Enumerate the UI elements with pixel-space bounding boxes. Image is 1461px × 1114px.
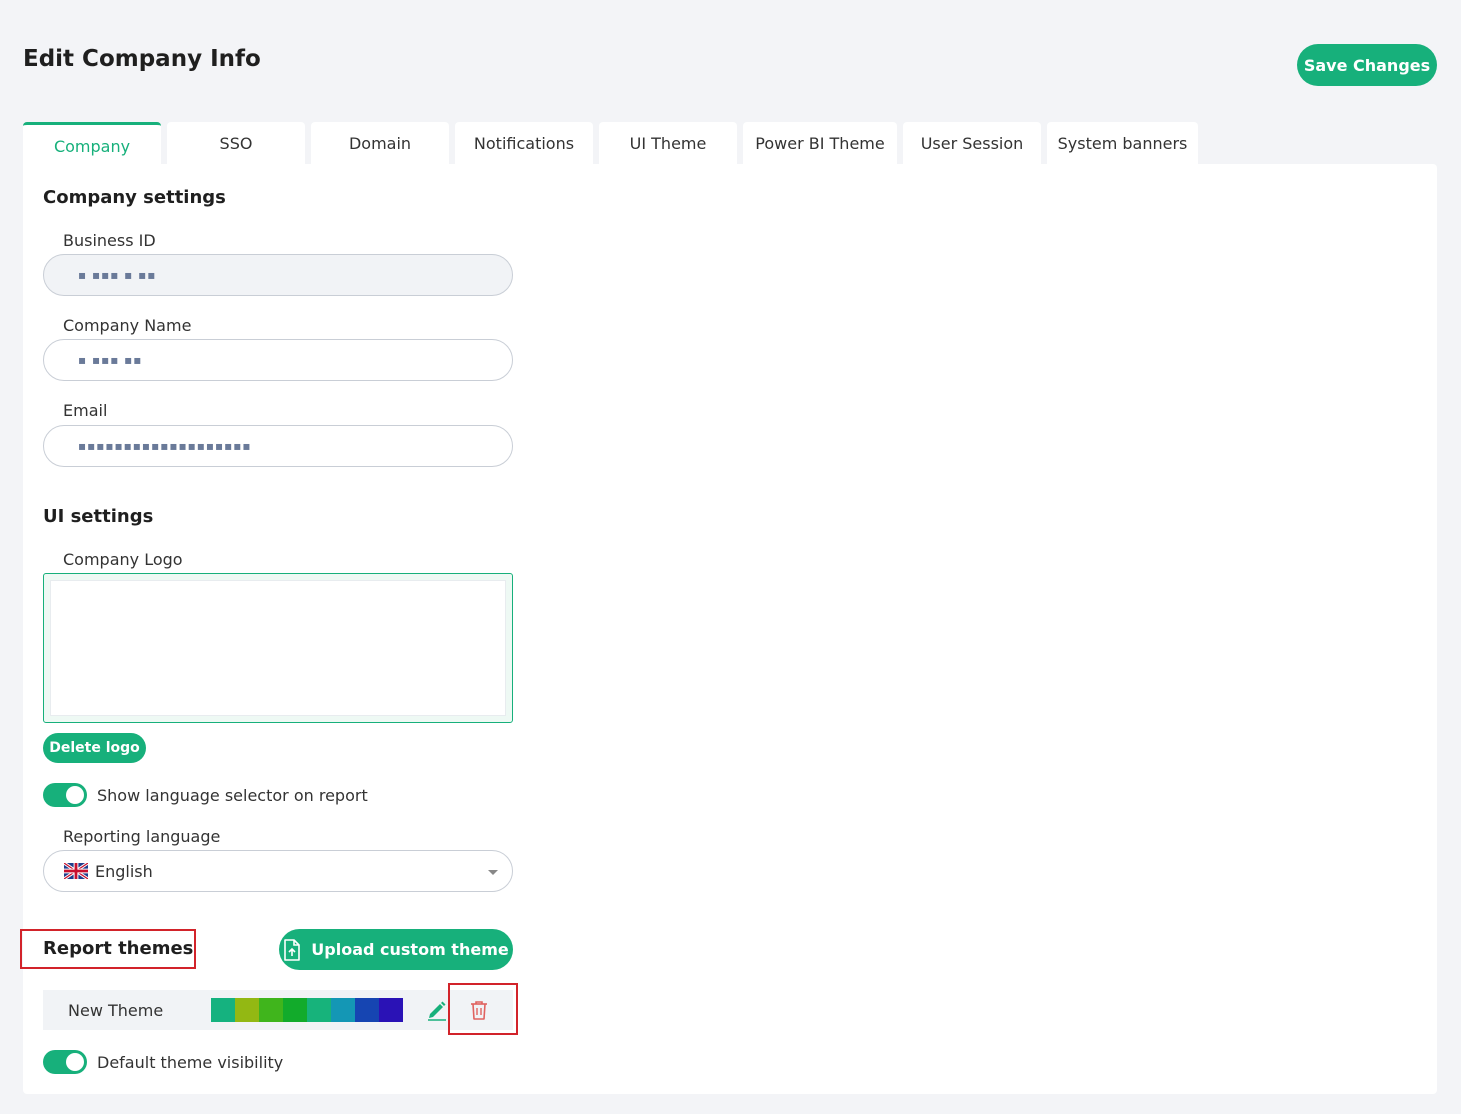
tab-power-bi-theme[interactable]: Power BI Theme [743, 122, 897, 164]
report-themes-title: Report themes [43, 938, 194, 959]
reporting-language-select[interactable]: English [43, 850, 513, 892]
chevron-down-icon [488, 870, 498, 875]
theme-color-swatch [307, 998, 331, 1022]
tab-domain[interactable]: Domain [311, 122, 449, 164]
company-logo-label: Company Logo [63, 550, 183, 569]
edit-icon[interactable] [426, 999, 448, 1021]
theme-name: New Theme [68, 1000, 164, 1020]
theme-color-swatch [355, 998, 379, 1022]
save-changes-button[interactable]: Save Changes [1297, 44, 1437, 86]
theme-color-swatch [235, 998, 259, 1022]
theme-row: New Theme [43, 990, 513, 1030]
company-name-value: ▪ ▪▪▪ ▪▪ [78, 353, 143, 367]
reporting-language-label: Reporting language [63, 827, 221, 846]
toggle-knob [66, 1053, 84, 1071]
language-selector-toggle[interactable] [43, 783, 87, 807]
reporting-language-value: English [95, 861, 153, 881]
theme-color-swatch [331, 998, 355, 1022]
tab-user-session[interactable]: User Session [903, 122, 1041, 164]
uk-flag-icon [64, 863, 88, 879]
tab-notifications[interactable]: Notifications [455, 122, 593, 164]
theme-color-swatches [211, 998, 403, 1022]
business-id-field[interactable]: ▪ ▪▪▪ ▪ ▪▪ [43, 254, 513, 296]
ui-settings-title: UI settings [43, 506, 154, 527]
company-name-label: Company Name [63, 316, 192, 335]
theme-color-swatch [259, 998, 283, 1022]
default-theme-visibility-label: Default theme visibility [97, 1052, 284, 1072]
default-theme-visibility-row: Default theme visibility [43, 1050, 283, 1074]
delete-theme-highlight [448, 983, 518, 1035]
default-theme-visibility-toggle[interactable] [43, 1050, 87, 1074]
language-selector-toggle-row: Show language selector on report [43, 783, 368, 807]
file-upload-icon [284, 938, 301, 961]
toggle-knob [66, 786, 84, 804]
business-id-label: Business ID [63, 231, 156, 250]
company-logo-dropzone[interactable] [43, 573, 513, 723]
logo-preview [50, 580, 506, 716]
company-settings-title: Company settings [43, 187, 226, 208]
tab-sso[interactable]: SSO [167, 122, 305, 164]
delete-logo-button[interactable]: Delete logo [43, 733, 146, 763]
page-title: Edit Company Info [23, 46, 261, 72]
theme-color-swatch [211, 998, 235, 1022]
settings-panel: Company settings Business ID ▪ ▪▪▪ ▪ ▪▪ … [20, 164, 1437, 1094]
company-name-field[interactable]: ▪ ▪▪▪ ▪▪ [43, 339, 513, 381]
theme-color-swatch [379, 998, 403, 1022]
language-selector-label: Show language selector on report [97, 785, 368, 805]
business-id-value: ▪ ▪▪▪ ▪ ▪▪ [78, 268, 157, 282]
upload-custom-theme-label: Upload custom theme [311, 940, 509, 959]
upload-custom-theme-button[interactable]: Upload custom theme [279, 929, 513, 970]
theme-color-swatch [283, 998, 307, 1022]
email-value: ▪▪▪▪▪▪▪▪▪▪▪▪▪▪▪▪▪▪▪ [78, 439, 252, 453]
tab-ui-theme[interactable]: UI Theme [599, 122, 737, 164]
email-label: Email [63, 401, 108, 420]
tab-company[interactable]: Company [23, 122, 161, 164]
email-field[interactable]: ▪▪▪▪▪▪▪▪▪▪▪▪▪▪▪▪▪▪▪ [43, 425, 513, 467]
tab-system-banners[interactable]: System banners [1047, 122, 1198, 164]
